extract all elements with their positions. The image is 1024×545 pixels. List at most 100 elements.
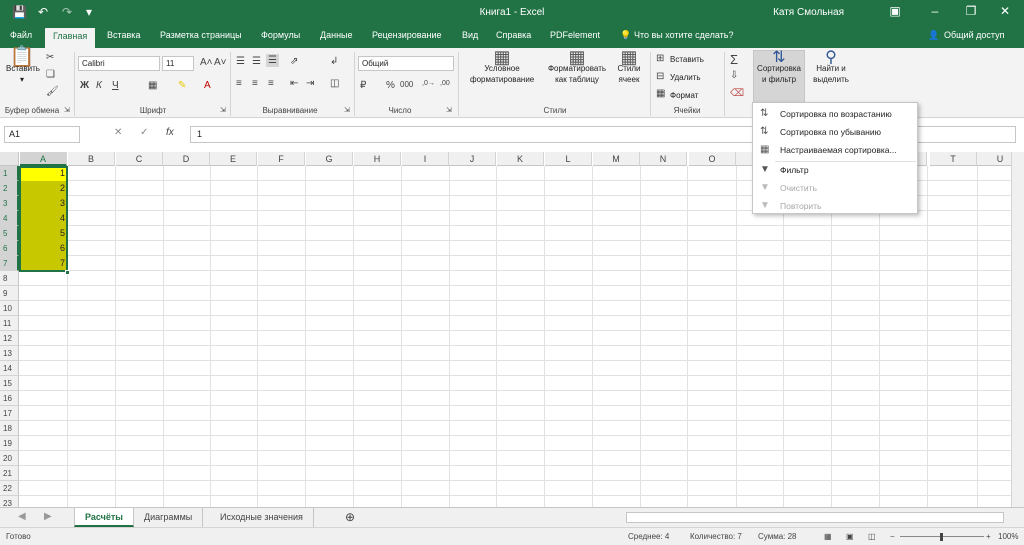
page-layout-view-icon[interactable]: ▣ bbox=[846, 532, 854, 541]
paste-button[interactable]: 📋 Вставить ▾ bbox=[6, 47, 40, 100]
column-header[interactable]: G bbox=[306, 152, 353, 166]
column-header[interactable]: F bbox=[258, 152, 305, 166]
conditional-formatting-button[interactable]: ▦ Условное форматирование bbox=[470, 48, 534, 85]
row-header[interactable]: 9 bbox=[0, 286, 19, 301]
insert-cells-icon[interactable]: ⊞ bbox=[656, 53, 664, 64]
zoom-thumb[interactable] bbox=[940, 533, 943, 541]
row-header[interactable]: 15 bbox=[0, 376, 19, 391]
row-header[interactable]: 4 bbox=[0, 211, 19, 226]
format-cells-button[interactable]: Формат bbox=[670, 90, 698, 101]
zoom-level[interactable]: 100% bbox=[998, 532, 1018, 541]
row-header[interactable]: 5 bbox=[0, 226, 19, 241]
dialog-launcher-icon[interactable]: ⇲ bbox=[344, 106, 350, 114]
fill-handle[interactable] bbox=[65, 270, 70, 275]
row-header[interactable]: 2 bbox=[0, 181, 19, 196]
dialog-launcher-icon[interactable]: ⇲ bbox=[64, 106, 70, 114]
menu-sort-descending[interactable]: ⇅ Сортировка по убыванию bbox=[754, 123, 917, 141]
horizontal-scrollbar[interactable] bbox=[626, 512, 1004, 523]
italic-button[interactable]: К bbox=[96, 80, 102, 91]
wrap-text-icon[interactable]: ↲ bbox=[330, 56, 338, 67]
format-as-table-button[interactable]: ▦ Форматировать как таблицу bbox=[544, 48, 610, 85]
delete-cells-icon[interactable]: ⊟ bbox=[656, 71, 664, 82]
row-header[interactable]: 14 bbox=[0, 361, 19, 376]
cell-styles-button[interactable]: ▦ Стили ячеек bbox=[612, 48, 646, 85]
clear-icon[interactable]: ⌫ bbox=[730, 88, 744, 99]
row-header[interactable]: 18 bbox=[0, 421, 19, 436]
autosum-icon[interactable]: Σ bbox=[730, 52, 738, 67]
cancel-icon[interactable]: ✕ bbox=[114, 127, 122, 138]
row-header[interactable]: 20 bbox=[0, 451, 19, 466]
tab-review[interactable]: Рецензирование bbox=[372, 30, 442, 40]
tab-pdfelement[interactable]: PDFelement bbox=[550, 30, 600, 40]
scroll-sheets-left-icon[interactable]: ◀ bbox=[18, 511, 26, 522]
decrease-decimal-icon[interactable]: ,00 bbox=[440, 80, 450, 87]
dialog-launcher-icon[interactable]: ⇲ bbox=[220, 106, 226, 114]
fill-color-icon[interactable]: ✎ bbox=[178, 80, 186, 91]
column-header[interactable]: B bbox=[68, 152, 115, 166]
sort-filter-button[interactable]: ⇅ Сортировка и фильтр bbox=[754, 50, 804, 85]
tab-help[interactable]: Справка bbox=[496, 30, 531, 40]
font-name-select[interactable]: Calibri bbox=[78, 56, 160, 71]
column-header[interactable]: C bbox=[116, 152, 163, 166]
format-painter-icon[interactable]: 🖌 bbox=[46, 86, 59, 97]
page-break-view-icon[interactable]: ◫ bbox=[868, 532, 876, 541]
bold-button[interactable]: Ж bbox=[80, 80, 89, 91]
add-sheet-icon[interactable]: ⊕ bbox=[345, 510, 355, 524]
name-box[interactable]: A1 bbox=[4, 126, 80, 143]
align-top-icon[interactable]: ☰ bbox=[236, 56, 245, 67]
decrease-indent-icon[interactable]: ⇤ bbox=[290, 78, 298, 89]
row-header[interactable]: 8 bbox=[0, 271, 19, 286]
scroll-sheets-right-icon[interactable]: ▶ bbox=[44, 511, 52, 522]
ribbon-display-icon[interactable]: ▣ bbox=[880, 4, 910, 18]
row-header[interactable]: 7 bbox=[0, 256, 19, 271]
increase-decimal-icon[interactable]: ,0→ bbox=[422, 80, 435, 87]
tell-me-search[interactable]: Что вы хотите сделать? bbox=[634, 30, 734, 40]
align-right-icon[interactable]: ≡ bbox=[268, 78, 274, 89]
copy-icon[interactable]: ❏ bbox=[46, 69, 55, 80]
merge-center-icon[interactable]: ◫ bbox=[330, 78, 339, 89]
user-name[interactable]: Катя Смольная bbox=[773, 7, 844, 18]
currency-icon[interactable]: ₽ bbox=[360, 80, 366, 91]
borders-icon[interactable]: ▦ bbox=[148, 80, 157, 91]
insert-function-icon[interactable]: fx bbox=[166, 127, 174, 138]
align-left-icon[interactable]: ≡ bbox=[236, 78, 242, 89]
align-center-icon[interactable]: ≡ bbox=[252, 78, 258, 89]
align-middle-icon[interactable]: ☰ bbox=[252, 56, 261, 67]
format-cells-icon[interactable]: ▦ bbox=[656, 88, 665, 99]
close-icon[interactable]: ✕ bbox=[990, 4, 1020, 18]
tab-view[interactable]: Вид bbox=[462, 30, 478, 40]
row-header[interactable]: 3 bbox=[0, 196, 19, 211]
column-header[interactable]: I bbox=[402, 152, 449, 166]
increase-font-icon[interactable]: A˄ bbox=[200, 57, 213, 68]
vertical-scrollbar[interactable] bbox=[1011, 152, 1024, 507]
share-button[interactable]: Общий доступ bbox=[944, 30, 1004, 40]
menu-reapply[interactable]: ▼ Повторить bbox=[754, 197, 917, 215]
decrease-font-icon[interactable]: A˅ bbox=[214, 57, 227, 68]
sheet-tab[interactable]: Расчёты bbox=[74, 508, 134, 527]
tab-data[interactable]: Данные bbox=[320, 30, 353, 40]
row-header[interactable]: 23 bbox=[0, 496, 19, 507]
row-header[interactable]: 1 bbox=[0, 166, 19, 181]
minimize-icon[interactable]: – bbox=[920, 4, 950, 18]
column-header[interactable]: L bbox=[545, 152, 592, 166]
tab-insert[interactable]: Вставка bbox=[107, 30, 140, 40]
maximize-icon[interactable]: ❐ bbox=[956, 4, 986, 18]
fill-icon[interactable]: ⇩ bbox=[730, 70, 738, 81]
row-header[interactable]: 11 bbox=[0, 316, 19, 331]
normal-view-icon[interactable]: ▦ bbox=[824, 532, 832, 541]
row-header[interactable]: 16 bbox=[0, 391, 19, 406]
column-header[interactable]: E bbox=[210, 152, 257, 166]
column-header[interactable]: A bbox=[20, 152, 67, 166]
tab-page-layout[interactable]: Разметка страницы bbox=[160, 30, 242, 40]
number-format-select[interactable]: Общий bbox=[358, 56, 454, 71]
dialog-launcher-icon[interactable]: ⇲ bbox=[446, 106, 452, 114]
column-header[interactable]: O bbox=[689, 152, 736, 166]
align-bottom-icon[interactable]: ☰ bbox=[266, 54, 279, 67]
percent-icon[interactable]: % bbox=[386, 80, 395, 91]
font-color-icon[interactable]: A bbox=[204, 80, 211, 91]
zoom-out-icon[interactable]: − bbox=[890, 532, 895, 541]
row-header[interactable]: 22 bbox=[0, 481, 19, 496]
find-select-button[interactable]: ⚲ Найти и выделить bbox=[808, 50, 854, 85]
menu-filter[interactable]: ▼ Фильтр bbox=[754, 161, 917, 179]
column-header[interactable]: K bbox=[497, 152, 544, 166]
